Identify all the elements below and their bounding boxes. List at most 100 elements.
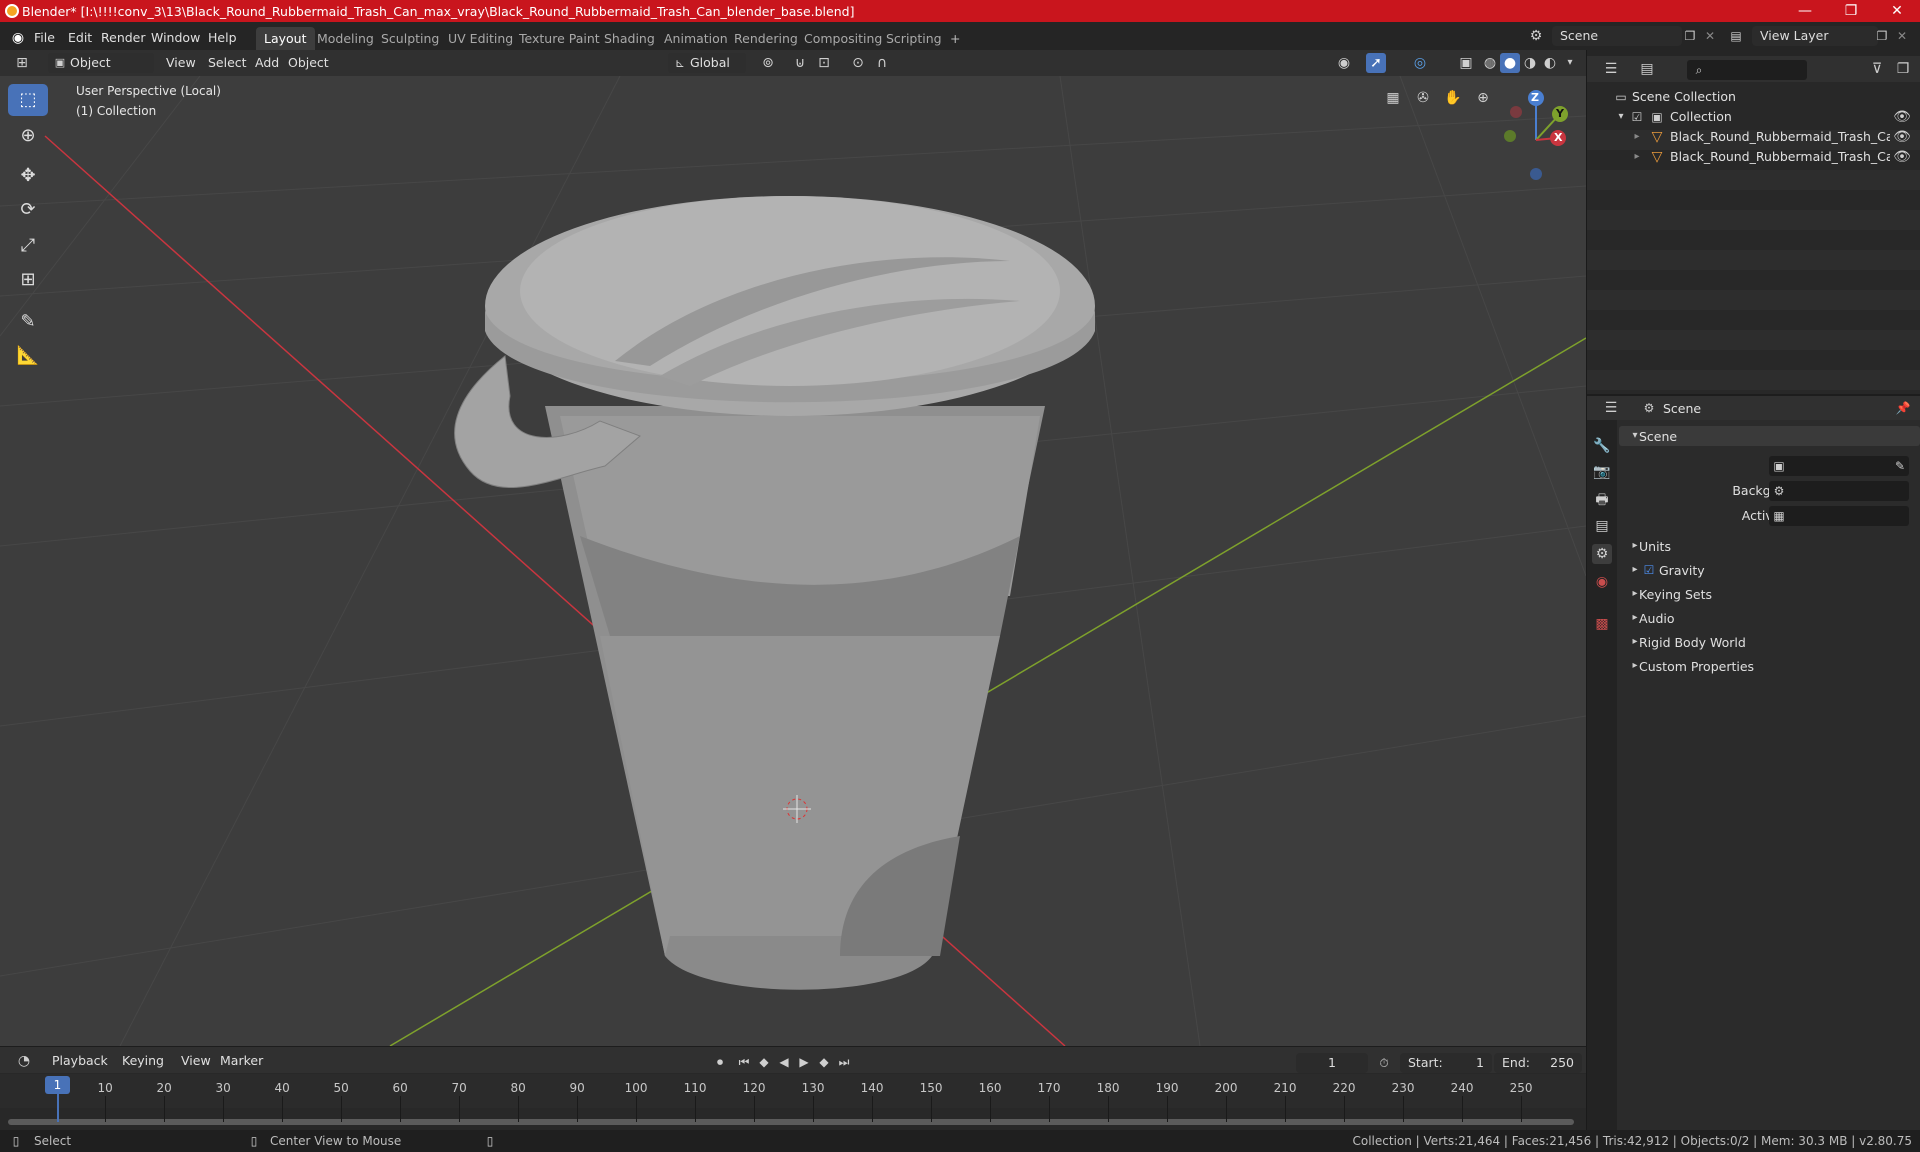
menu-edit[interactable]: Edit: [68, 27, 92, 49]
maximize-button[interactable]: ❐: [1828, 0, 1874, 22]
world-tab-icon[interactable]: ◉: [1592, 572, 1612, 592]
tab-scripting[interactable]: Scripting: [878, 27, 950, 51]
rotate-tool[interactable]: ⟳: [8, 194, 48, 226]
viewport-menu-view[interactable]: View: [160, 53, 202, 73]
delete-scene-icon[interactable]: ✕: [1700, 26, 1720, 46]
units-section[interactable]: Units: [1639, 539, 1671, 554]
render-tab-icon[interactable]: 📷: [1592, 462, 1612, 482]
jump-start-icon[interactable]: ⏮: [734, 1052, 754, 1072]
new-view-layer-icon[interactable]: ❐: [1872, 26, 1892, 46]
timeline-view-menu[interactable]: View: [175, 1051, 217, 1071]
end-frame-field[interactable]: End: 250: [1494, 1053, 1582, 1073]
record-icon[interactable]: ⏺: [710, 1052, 730, 1072]
audio-section[interactable]: Audio: [1639, 611, 1675, 626]
tab-animation[interactable]: Animation: [656, 27, 736, 51]
timeline-scrollbar[interactable]: [8, 1119, 1574, 1125]
jump-end-icon[interactable]: ⏭: [834, 1052, 854, 1072]
move-tool[interactable]: ✥: [8, 160, 48, 192]
gizmo-toggle-icon[interactable]: ➚: [1366, 53, 1386, 73]
playhead-frame-indicator[interactable]: 1: [45, 1076, 70, 1094]
scene-field[interactable]: Scene: [1552, 26, 1682, 46]
play-icon[interactable]: ▶: [794, 1052, 814, 1072]
select-box-tool[interactable]: ⬚: [8, 84, 48, 116]
prev-keyframe-icon[interactable]: ◆: [754, 1052, 774, 1072]
outliner-item-cap[interactable]: Black_Round_Rubbermaid_Trash_Can_Cap_p: [1670, 129, 1890, 144]
item-pivot-eye-icon[interactable]: 👁: [1892, 147, 1912, 167]
xray-icon[interactable]: ▣: [1456, 53, 1476, 73]
zoom-icon[interactable]: ⊕: [1473, 88, 1493, 108]
menu-file[interactable]: File: [34, 27, 55, 49]
proportional-edit-icon[interactable]: ⊙: [848, 53, 868, 73]
menu-window[interactable]: Window: [151, 27, 200, 49]
shading-options-icon[interactable]: ▾: [1560, 53, 1580, 73]
menu-help[interactable]: Help: [208, 27, 237, 49]
add-workspace-button[interactable]: +: [942, 27, 968, 51]
snap-icon[interactable]: ⊍: [790, 53, 810, 73]
overlays-icon[interactable]: ◎: [1410, 53, 1430, 73]
falloff-icon[interactable]: ∩: [872, 53, 892, 73]
toggle-camera-view-icon[interactable]: ▦: [1383, 88, 1403, 108]
scene-tab-icon[interactable]: ⚙: [1592, 544, 1612, 564]
keying-menu[interactable]: Keying: [116, 1051, 170, 1071]
viewport-menu-select[interactable]: Select: [202, 53, 253, 73]
camera-icon[interactable]: ✇: [1413, 88, 1433, 108]
collection-label[interactable]: Collection: [1670, 109, 1732, 124]
tab-sculpting[interactable]: Sculpting: [373, 27, 447, 51]
new-scene-icon[interactable]: ❐: [1680, 26, 1700, 46]
viewport-menu-add[interactable]: Add: [249, 53, 285, 73]
scene-collection-label[interactable]: Scene Collection: [1632, 89, 1736, 104]
display-mode-icon[interactable]: ▤: [1637, 59, 1657, 79]
shading-wireframe-icon[interactable]: ◍: [1480, 53, 1500, 73]
viewport-menu-object[interactable]: Object: [282, 53, 335, 73]
shading-solid-icon[interactable]: ●: [1500, 53, 1520, 73]
expand-item-icon[interactable]: ▸: [1627, 147, 1647, 167]
keying-sets-section[interactable]: Keying Sets: [1639, 587, 1712, 602]
play-reverse-icon[interactable]: ◀: [774, 1052, 794, 1072]
measure-tool[interactable]: 📐: [8, 340, 48, 372]
tab-modeling[interactable]: Modeling: [309, 27, 382, 51]
view-layer-field[interactable]: View Layer: [1752, 26, 1878, 46]
view-layer-browse-icon[interactable]: ▤: [1726, 26, 1746, 46]
pin-icon[interactable]: 📌: [1893, 398, 1913, 418]
tab-shading[interactable]: Shading: [596, 27, 663, 51]
scale-tool[interactable]: ⤢: [8, 230, 48, 262]
annotate-tool[interactable]: ✎: [8, 306, 48, 338]
tab-rendering[interactable]: Rendering: [726, 27, 806, 51]
shading-rendered-icon[interactable]: ◐: [1540, 53, 1560, 73]
tab-uv-editing[interactable]: UV Editing: [440, 27, 521, 51]
collection-checkbox[interactable]: ☑: [1627, 107, 1647, 127]
output-tab-icon[interactable]: 🖶: [1592, 490, 1612, 510]
background-scene-field[interactable]: [1769, 481, 1909, 501]
shading-material-icon[interactable]: ◑: [1520, 53, 1540, 73]
next-keyframe-icon[interactable]: ◆: [814, 1052, 834, 1072]
playhead-line[interactable]: [57, 1094, 59, 1122]
view-layer-tab-icon[interactable]: ▤: [1592, 516, 1612, 536]
playback-menu[interactable]: Playback: [46, 1051, 114, 1071]
gizmo-y-label[interactable]: Y: [1556, 107, 1564, 120]
pivot-point-icon[interactable]: ⊚: [758, 53, 778, 73]
filter-icon[interactable]: ⊽: [1867, 59, 1887, 79]
blender-menu-icon[interactable]: ◉: [8, 28, 28, 48]
camera-field[interactable]: [1769, 456, 1909, 476]
new-collection-icon[interactable]: ❐: [1893, 59, 1913, 79]
gravity-section[interactable]: Gravity: [1659, 563, 1705, 578]
tool-tab-icon[interactable]: 🔧: [1592, 436, 1612, 456]
start-frame-field[interactable]: Start: 1: [1400, 1053, 1492, 1073]
custom-properties-section[interactable]: Custom Properties: [1639, 659, 1754, 674]
tab-compositing[interactable]: Compositing: [796, 27, 890, 51]
transform-tool[interactable]: ⊞: [8, 264, 48, 296]
collection-eye-icon[interactable]: 👁: [1892, 107, 1912, 127]
stopwatch-icon[interactable]: ⏱: [1374, 1053, 1394, 1073]
properties-editor-type-icon[interactable]: ☰: [1601, 398, 1621, 418]
item-cap-eye-icon[interactable]: 👁: [1892, 127, 1912, 147]
menu-render[interactable]: Render: [101, 27, 146, 49]
tab-texture-paint[interactable]: Texture Paint: [511, 27, 608, 51]
texture-tab-icon[interactable]: ▩: [1592, 614, 1612, 634]
eyedropper-icon[interactable]: ✎: [1890, 456, 1910, 476]
cursor-tool[interactable]: ⊕: [8, 120, 48, 152]
marker-menu[interactable]: Marker: [214, 1051, 269, 1071]
pan-hand-icon[interactable]: ✋: [1443, 88, 1463, 108]
outliner-editor-type-icon[interactable]: ☰: [1601, 59, 1621, 79]
outliner-item-pivot[interactable]: Black_Round_Rubbermaid_Trash_Can_pivot: [1670, 149, 1890, 164]
rigid-body-world-section[interactable]: Rigid Body World: [1639, 635, 1746, 650]
